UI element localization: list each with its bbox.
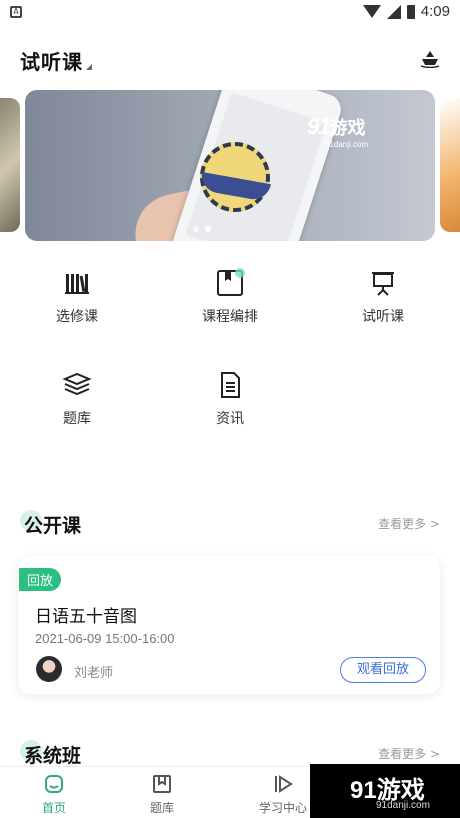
view-more-link[interactable]: 查看更多 >	[378, 745, 440, 762]
banner-next-slide[interactable]	[440, 98, 460, 232]
notification-icon: A	[10, 6, 22, 18]
section-title: 公开课	[24, 515, 82, 537]
page-header: 试听课	[20, 46, 440, 76]
section-title: 系统班	[24, 745, 82, 767]
status-time: 4:09	[420, 3, 450, 20]
signal-icon	[386, 4, 401, 19]
tab-home[interactable]: 首页	[14, 773, 94, 816]
banner-watermark-sub: 91danji.com	[325, 140, 369, 149]
public-course-header: 公开课 查看更多 >	[20, 510, 440, 540]
carousel-indicator	[193, 226, 211, 232]
banner-watermark: 91游戏	[307, 114, 366, 139]
play-icon	[275, 775, 293, 793]
course-title: 日语五十音图	[35, 607, 137, 627]
nav-label: 选修课	[56, 309, 98, 325]
bookmark-book-icon	[217, 268, 245, 296]
watermark-sub: 91danji.com	[376, 800, 430, 811]
home-icon	[45, 775, 63, 793]
document-icon	[221, 372, 240, 398]
nav-label: 课程编排	[202, 309, 258, 325]
banner-prev-slide[interactable]	[0, 98, 20, 232]
nav-trial-course[interactable]: 试听课	[323, 268, 443, 338]
tab-question-bank[interactable]: 题库	[122, 773, 202, 816]
books-icon	[65, 274, 89, 294]
banner-carousel[interactable]: 91游戏 91danji.com	[25, 90, 435, 241]
teacher-name: 刘老师	[74, 666, 114, 681]
presentation-board-icon	[372, 272, 394, 296]
view-more-link[interactable]: 查看更多 >	[378, 515, 440, 532]
status-bar: A 4:09	[0, 0, 460, 28]
nav-course-schedule[interactable]: 课程编排	[170, 268, 290, 338]
replay-badge: 回放	[19, 568, 62, 591]
course-datetime: 2021-06-09 15:00-16:00	[35, 631, 175, 646]
course-type-selector[interactable]: 试听课	[20, 50, 83, 74]
nav-elective-course[interactable]: 选修课	[17, 268, 137, 338]
carousel-dot[interactable]	[193, 226, 199, 232]
status-icons: 4:09	[362, 3, 450, 20]
course-card[interactable]: 回放 日语五十音图 2021-06-09 15:00-16:00 刘老师 观看回…	[18, 556, 440, 694]
nav-label: 试听课	[362, 309, 404, 325]
nav-news[interactable]: 资讯	[170, 370, 290, 440]
battery-icon	[406, 4, 415, 19]
tab-label: 题库	[149, 801, 174, 815]
tab-label: 首页	[41, 801, 66, 815]
ship-icon[interactable]	[420, 50, 440, 68]
teacher-avatar	[36, 656, 62, 682]
nav-question-bank[interactable]: 题库	[17, 370, 137, 440]
stack-icon	[62, 372, 92, 396]
watch-replay-button[interactable]: 观看回放	[340, 657, 426, 683]
nav-label: 资讯	[216, 411, 244, 427]
dropdown-caret-icon[interactable]	[86, 64, 92, 70]
nav-label: 题库	[63, 411, 91, 427]
bookmark-icon	[153, 775, 171, 793]
carousel-dot-active[interactable]	[205, 226, 211, 232]
wifi-icon	[362, 5, 381, 18]
corner-watermark: 91游戏 91danji.com	[310, 764, 460, 818]
